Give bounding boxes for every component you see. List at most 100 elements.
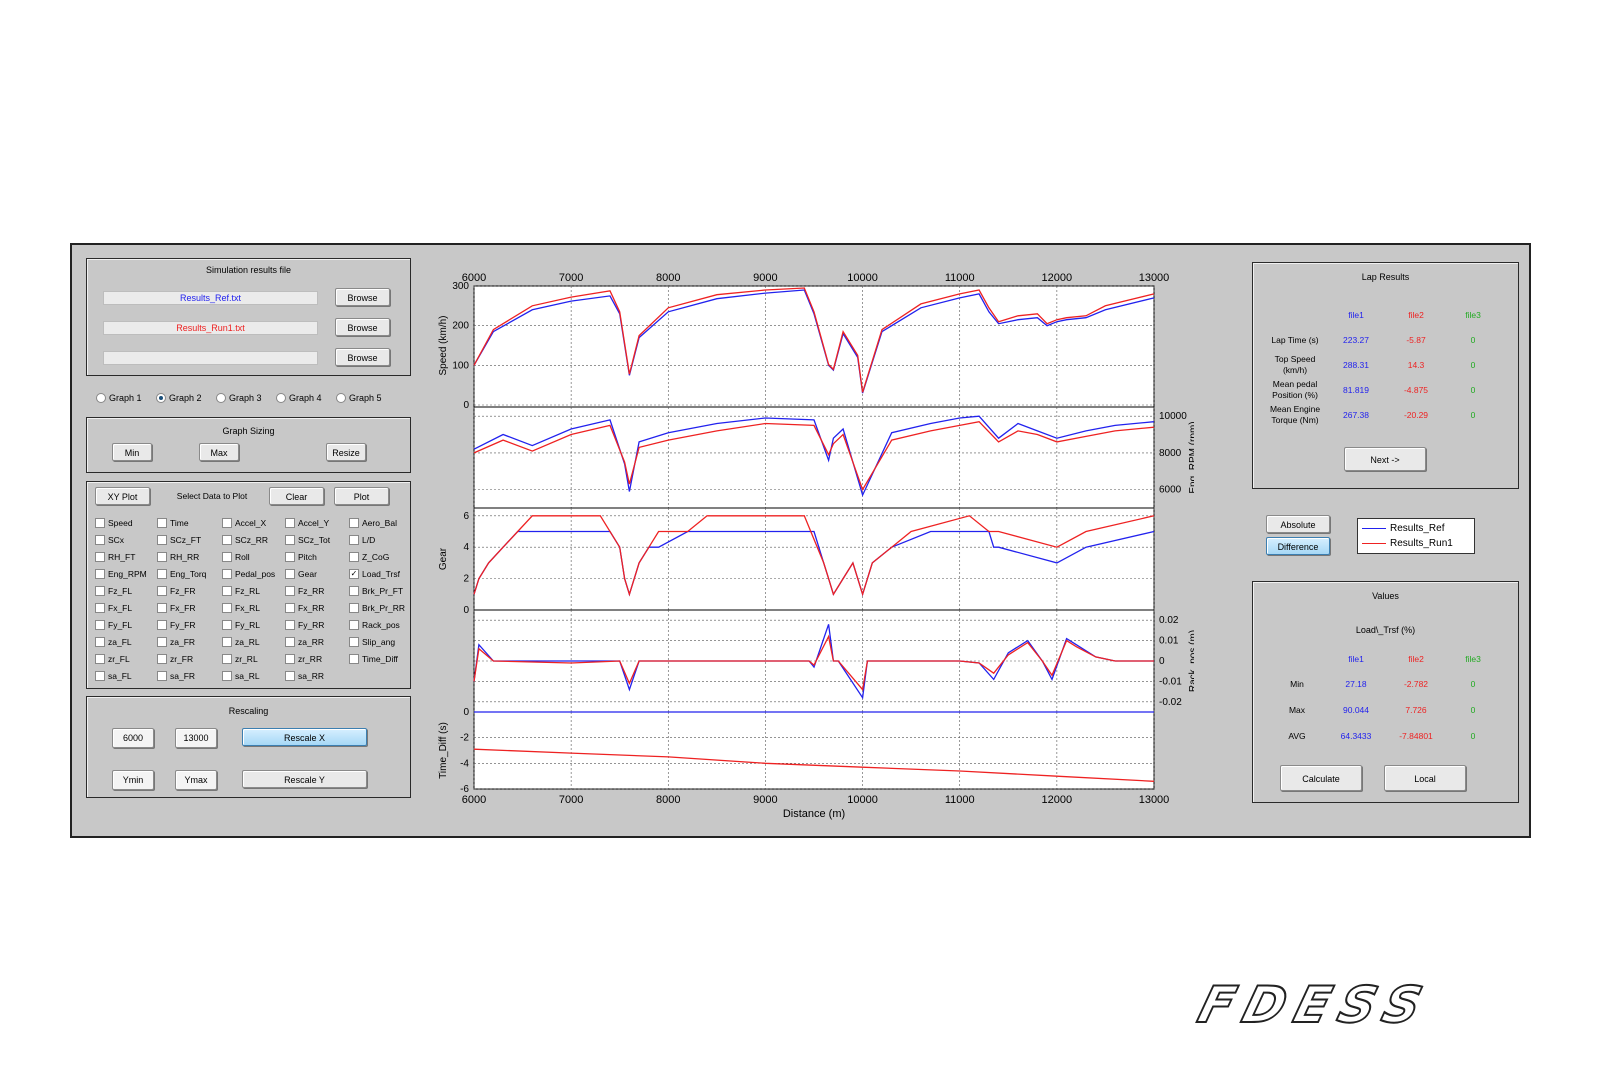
checkbox-fx-rl[interactable]: Fx_RL — [222, 603, 260, 613]
checkbox-rack-pos[interactable]: Rack_pos — [349, 620, 400, 630]
checkbox-zr-fl[interactable]: zr_FL — [95, 654, 130, 664]
checkbox-brk-pr-ft[interactable]: Brk_Pr_FT — [349, 586, 403, 596]
checkbox-brk-pr-rr[interactable]: Brk_Pr_RR — [349, 603, 405, 613]
checkbox-pitch[interactable]: Pitch — [285, 552, 317, 562]
checkbox-icon — [157, 535, 167, 545]
checkbox-fy-rl[interactable]: Fy_RL — [222, 620, 260, 630]
radio-dot-icon — [276, 393, 286, 403]
checkbox-eng-torq[interactable]: Eng_Torq — [157, 569, 206, 579]
x-axis-label: Distance (m) — [783, 808, 845, 820]
stacked-chart[interactable]: 0100200300Speed (km/h)6000800010000Eng_R… — [434, 245, 1194, 835]
checkbox-za-rl[interactable]: za_RL — [222, 637, 260, 647]
browse-file1-button[interactable]: Browse — [335, 288, 390, 306]
checkbox-fz-fl[interactable]: Fz_FL — [95, 586, 132, 596]
checkbox-rh-ft[interactable]: RH_FT — [95, 552, 135, 562]
checkbox-rh-rr[interactable]: RH_RR — [157, 552, 199, 562]
browse-file3-button[interactable]: Browse — [335, 348, 390, 366]
checkbox-fy-rr[interactable]: Fy_RR — [285, 620, 324, 630]
values-row-label: Min — [1290, 679, 1304, 689]
checkbox-fx-fr[interactable]: Fx_FR — [157, 603, 196, 613]
checkbox-sa-rl[interactable]: sa_RL — [222, 671, 260, 681]
difference-button[interactable]: Difference — [1266, 537, 1330, 555]
checkbox-z-cog[interactable]: Z_CoG — [349, 552, 389, 562]
checkbox-speed[interactable]: Speed — [95, 518, 133, 528]
checkbox-zr-rr[interactable]: zr_RR — [285, 654, 322, 664]
checkbox-fy-fl[interactable]: Fy_FL — [95, 620, 132, 630]
checkbox-scz-tot[interactable]: SCz_Tot — [285, 535, 330, 545]
checkbox-fx-fl[interactable]: Fx_FL — [95, 603, 132, 613]
checkbox-l-d[interactable]: L/D — [349, 535, 375, 545]
radio-dot-icon — [216, 393, 226, 403]
checkbox-zr-rl[interactable]: zr_RL — [222, 654, 258, 664]
lap-value-file1: 223.27 — [1343, 335, 1369, 345]
checkbox-time-diff[interactable]: Time_Diff — [349, 654, 398, 664]
xmin-input[interactable]: 6000 — [112, 728, 154, 748]
checkbox-icon — [349, 620, 359, 630]
min-button[interactable]: Min — [112, 443, 152, 461]
lap-value-file3: 0 — [1470, 410, 1476, 420]
checkbox-aero-bal[interactable]: Aero_Bal — [349, 518, 397, 528]
simulation-analysis-window: Simulation results file Results_Ref.txt … — [70, 243, 1531, 838]
checkbox-fz-rl[interactable]: Fz_RL — [222, 586, 260, 596]
ymax-input[interactable]: Ymax — [175, 770, 217, 790]
radio-graph-2[interactable]: Graph 2 — [156, 393, 202, 403]
checkbox-icon — [95, 586, 105, 596]
xy-plot-button[interactable]: XY Plot — [95, 487, 150, 505]
checkbox-sa-fr[interactable]: sa_FR — [157, 671, 195, 681]
checkbox-accel-x[interactable]: Accel_X — [222, 518, 266, 528]
checkbox-fz-rr[interactable]: Fz_RR — [285, 586, 324, 596]
checkbox-eng-rpm[interactable]: Eng_RPM — [95, 569, 147, 579]
x-tick-label-top: 7000 — [559, 272, 583, 284]
checkbox-sa-fl[interactable]: sa_FL — [95, 671, 132, 681]
checkbox-accel-y[interactable]: Accel_Y — [285, 518, 329, 528]
checkbox-fx-rr[interactable]: Fx_RR — [285, 603, 324, 613]
checkbox-icon — [157, 620, 167, 630]
checkbox-fy-fr[interactable]: Fy_FR — [157, 620, 196, 630]
values-header-file2: file2 — [1408, 654, 1424, 664]
checkbox-sa-rr[interactable]: sa_RR — [285, 671, 324, 681]
max-button[interactable]: Max — [199, 443, 239, 461]
resize-button[interactable]: Resize — [326, 443, 366, 461]
file3-field[interactable] — [103, 351, 318, 365]
checkbox-time[interactable]: Time — [157, 518, 189, 528]
file1-field[interactable]: Results_Ref.txt — [103, 291, 318, 305]
checkbox-load-trsf[interactable]: ✓ Load_Trsf — [349, 569, 400, 579]
calculate-button[interactable]: Calculate — [1280, 765, 1362, 791]
absolute-button[interactable]: Absolute — [1266, 515, 1330, 533]
x-tick-label-top: 11000 — [945, 272, 975, 284]
checkbox-icon — [157, 569, 167, 579]
radio-graph-5[interactable]: Graph 5 — [336, 393, 382, 403]
y-tick-label: 100 — [452, 360, 469, 371]
y-tick-label: 8000 — [1159, 448, 1182, 459]
rescale-y-button[interactable]: Rescale Y — [242, 770, 367, 788]
radio-graph-4[interactable]: Graph 4 — [276, 393, 322, 403]
checkbox-za-fl[interactable]: za_FL — [95, 637, 132, 647]
plot-button[interactable]: Plot — [334, 487, 389, 505]
checkbox-icon — [349, 535, 359, 545]
select-data-title: Select Data to Plot — [176, 491, 248, 501]
y-axis-label: Rack_pos (m) — [1188, 630, 1194, 692]
checkbox-scz-rr[interactable]: SCz_RR — [222, 535, 268, 545]
checkbox-za-fr[interactable]: za_FR — [157, 637, 195, 647]
file2-field[interactable]: Results_Run1.txt — [103, 321, 318, 335]
xmax-input[interactable]: 13000 — [175, 728, 217, 748]
checkbox-roll[interactable]: Roll — [222, 552, 250, 562]
browse-file2-button[interactable]: Browse — [335, 318, 390, 336]
checkbox-scx[interactable]: SCx — [95, 535, 124, 545]
next-button[interactable]: Next -> — [1344, 447, 1426, 471]
checkbox-slip-ang[interactable]: Slip_ang — [349, 637, 395, 647]
checkbox-scz-ft[interactable]: SCz_FT — [157, 535, 201, 545]
radio-graph-3[interactable]: Graph 3 — [216, 393, 262, 403]
rescale-x-button[interactable]: Rescale X — [242, 728, 367, 746]
checkbox-gear[interactable]: Gear — [285, 569, 317, 579]
radio-graph-1[interactable]: Graph 1 — [96, 393, 142, 403]
local-button[interactable]: Local — [1384, 765, 1466, 791]
clear-button[interactable]: Clear — [269, 487, 324, 505]
checkbox-za-rr[interactable]: za_RR — [285, 637, 324, 647]
lap-value-file2: -4.875 — [1403, 385, 1429, 395]
checkbox-pedal-pos[interactable]: Pedal_pos — [222, 569, 275, 579]
rescaling-title: Rescaling — [228, 706, 269, 716]
checkbox-zr-fr[interactable]: zr_FR — [157, 654, 193, 664]
checkbox-fz-fr[interactable]: Fz_FR — [157, 586, 196, 596]
ymin-input[interactable]: Ymin — [112, 770, 154, 790]
